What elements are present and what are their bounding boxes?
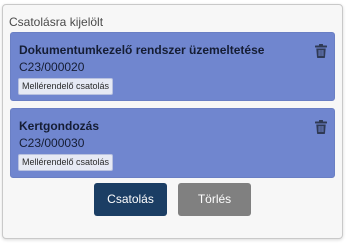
delete-button[interactable]: Törlés <box>178 183 251 216</box>
selected-for-attachment-panel: Csatolásra kijelölt Dokumentumkezelő ren… <box>2 4 343 239</box>
section-title: Csatolásra kijelölt <box>9 15 104 29</box>
relation-badge: Mellérendelő csatolás <box>18 78 114 95</box>
item-title: Dokumentumkezelő rendszer üzemeltetése <box>19 43 265 57</box>
list-item: Kertgondozás C23/000030 Mellérendelő csa… <box>10 108 335 178</box>
item-title: Kertgondozás <box>19 119 100 133</box>
item-code: C23/000030 <box>19 136 85 150</box>
relation-badge: Mellérendelő csatolás <box>18 154 114 171</box>
list-item: Dokumentumkezelő rendszer üzemeltetése C… <box>10 32 335 101</box>
trash-icon[interactable] <box>315 44 327 58</box>
trash-icon[interactable] <box>315 120 327 134</box>
attach-button[interactable]: Csatolás <box>94 183 167 216</box>
item-code: C23/000020 <box>19 60 85 74</box>
